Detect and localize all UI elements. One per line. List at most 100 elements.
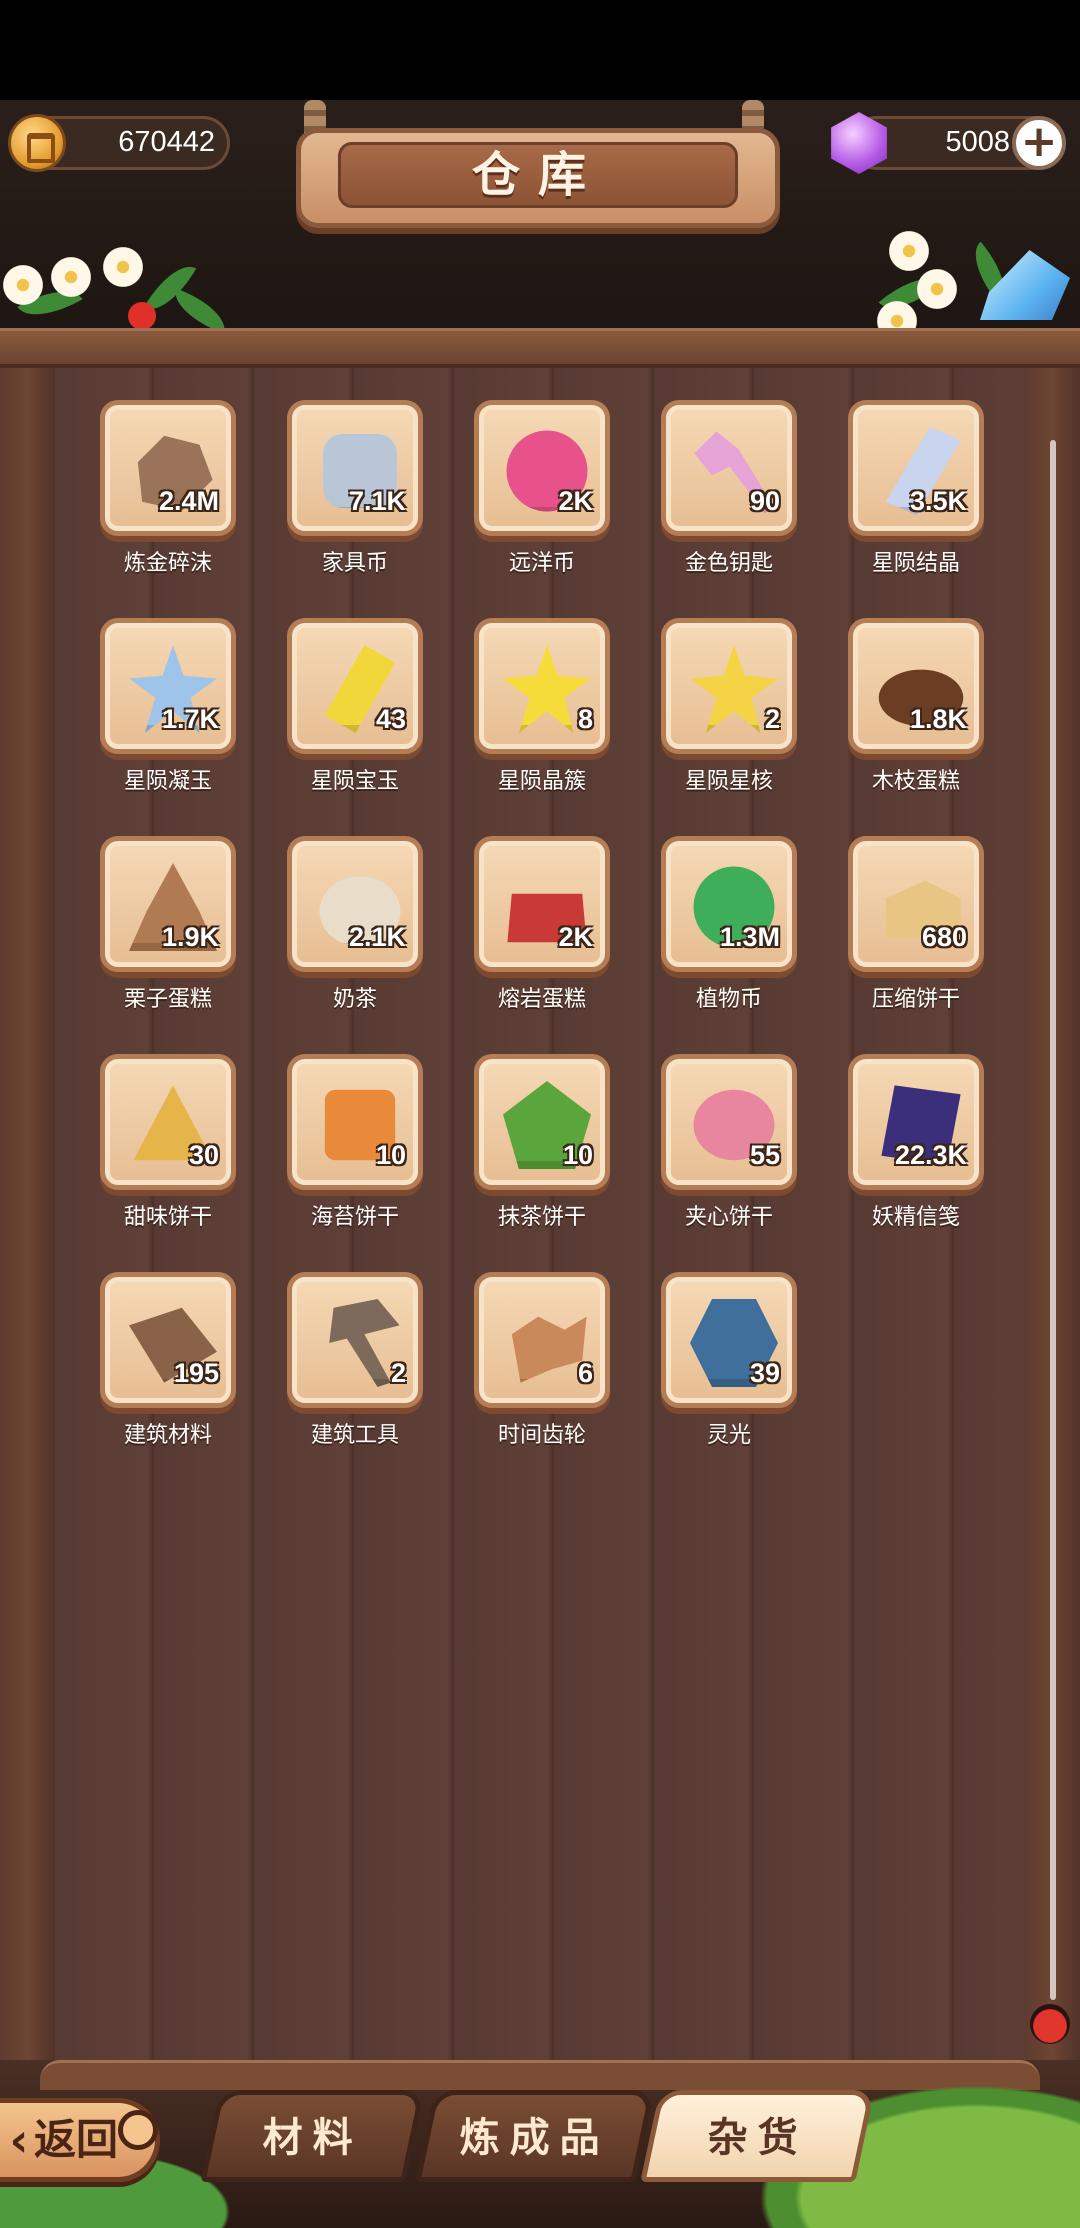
item-count: 55 — [749, 1140, 780, 1170]
item-name: 远洋币 — [508, 551, 575, 576]
item-tile: 2K — [474, 836, 610, 972]
item-name: 建筑材料 — [123, 1423, 212, 1448]
item-name: 建筑工具 — [310, 1423, 399, 1448]
ring-icon — [118, 2110, 158, 2150]
item-tile: 2.1K — [287, 836, 423, 972]
item-name: 甜味饼干 — [123, 1205, 212, 1230]
item-name: 植物币 — [695, 987, 762, 1012]
back-button-label: 返回 — [34, 2115, 119, 2164]
storage-item[interactable]: 2.4M 炼金碎沫 — [100, 400, 240, 580]
item-count: 30 — [188, 1140, 219, 1170]
item-count: 39 — [749, 1358, 780, 1388]
item-name: 妖精信笺 — [871, 1205, 960, 1230]
item-name: 星陨星核 — [684, 769, 773, 794]
item-tile: 22.3K — [848, 1054, 984, 1190]
item-name: 星陨凝玉 — [123, 769, 212, 794]
tab-miscellaneous[interactable]: 杂货 — [640, 2090, 875, 2182]
storage-item[interactable]: 1.9K 栗子蛋糕 — [100, 836, 240, 1016]
item-name: 夹心饼干 — [684, 1205, 773, 1230]
item-name: 熔岩蛋糕 — [497, 987, 586, 1012]
storage-item[interactable]: 10 海苔饼干 — [287, 1054, 427, 1234]
item-count: 6 — [577, 1358, 593, 1388]
storage-item[interactable]: 39 灵光 — [661, 1272, 801, 1452]
item-count: 1.9K — [161, 922, 219, 952]
item-count: 43 — [375, 704, 406, 734]
item-tile: 2.4M — [100, 400, 236, 536]
storage-item[interactable]: 2K 远洋币 — [474, 400, 614, 580]
item-name: 星陨宝玉 — [310, 769, 399, 794]
item-name: 海苔饼干 — [310, 1205, 399, 1230]
item-tile: 1.7K — [100, 618, 236, 754]
item-name: 灵光 — [706, 1423, 751, 1448]
ladybug-icon — [1030, 2004, 1070, 2044]
storage-item[interactable]: 2K 熔岩蛋糕 — [474, 836, 614, 1016]
item-count: 90 — [749, 486, 780, 516]
item-name: 栗子蛋糕 — [123, 987, 212, 1012]
item-tile: 39 — [661, 1272, 797, 1408]
item-count: 10 — [375, 1140, 406, 1170]
item-name: 家具币 — [321, 551, 388, 576]
item-count: 2K — [558, 486, 593, 516]
item-count: 2.1K — [348, 922, 406, 952]
storage-item[interactable]: 2 建筑工具 — [287, 1272, 427, 1452]
item-tile: 2 — [287, 1272, 423, 1408]
item-tile: 10 — [287, 1054, 423, 1190]
item-tile: 43 — [287, 618, 423, 754]
item-count: 2K — [558, 922, 593, 952]
item-count: 3.5K — [909, 486, 967, 516]
storage-item[interactable]: 1.8K 木枝蛋糕 — [848, 618, 988, 798]
storage-item[interactable]: 1.3M 植物币 — [661, 836, 801, 1016]
item-name: 木枝蛋糕 — [871, 769, 960, 794]
item-tile: 55 — [661, 1054, 797, 1190]
storage-item[interactable]: 55 夹心饼干 — [661, 1054, 801, 1234]
item-tile: 1.8K — [848, 618, 984, 754]
item-name: 抹茶饼干 — [497, 1205, 586, 1230]
item-count: 7.1K — [348, 486, 406, 516]
item-name: 炼金碎沫 — [123, 551, 212, 576]
item-count: 1.8K — [909, 704, 967, 734]
item-count: 2 — [390, 1358, 406, 1388]
item-count: 22.3K — [894, 1140, 967, 1170]
item-count: 1.3M — [719, 922, 780, 952]
item-count: 1.7K — [161, 704, 219, 734]
item-name: 星陨结晶 — [871, 551, 960, 576]
tab-crafted-products[interactable]: 炼成品 — [415, 2090, 655, 2182]
storage-item[interactable]: 1.7K 星陨凝玉 — [100, 618, 240, 798]
item-tile: 2K — [474, 400, 610, 536]
storage-item[interactable]: 195 建筑材料 — [100, 1272, 240, 1452]
item-tile: 90 — [661, 400, 797, 536]
item-tile: 680 — [848, 836, 984, 972]
storage-item[interactable]: 680 压缩饼干 — [848, 836, 988, 1016]
storage-item[interactable]: 2.1K 奶茶 — [287, 836, 427, 1016]
item-count: 195 — [173, 1358, 219, 1388]
storage-item[interactable]: 43 星陨宝玉 — [287, 618, 427, 798]
item-name: 金色钥匙 — [684, 551, 773, 576]
item-count: 2 — [764, 704, 780, 734]
item-count: 8 — [577, 704, 593, 734]
storage-item[interactable]: 8 星陨晶簇 — [474, 618, 614, 798]
storage-item[interactable]: 2 星陨星核 — [661, 618, 801, 798]
item-count: 680 — [921, 922, 967, 952]
item-count: 10 — [562, 1140, 593, 1170]
item-name: 星陨晶簇 — [497, 769, 586, 794]
item-tile: 2 — [661, 618, 797, 754]
storage-item[interactable]: 7.1K 家具币 — [287, 400, 427, 580]
tab-crafted-products-label: 炼成品 — [459, 2115, 610, 2161]
tab-materials[interactable]: 材料 — [200, 2090, 425, 2182]
storage-item[interactable]: 90 金色钥匙 — [661, 400, 801, 580]
storage-item[interactable]: 6 时间齿轮 — [474, 1272, 614, 1452]
storage-item[interactable]: 30 甜味饼干 — [100, 1054, 240, 1234]
chevron-left-icon: ‹ — [9, 2113, 29, 2167]
item-name: 压缩饼干 — [871, 987, 960, 1012]
item-tile: 7.1K — [287, 400, 423, 536]
item-tile: 30 — [100, 1054, 236, 1190]
storage-item[interactable]: 10 抹茶饼干 — [474, 1054, 614, 1234]
item-tile: 6 — [474, 1272, 610, 1408]
storage-item[interactable]: 3.5K 星陨结晶 — [848, 400, 988, 580]
tab-materials-label: 材料 — [262, 2115, 363, 2161]
item-count: 2.4M — [158, 486, 219, 516]
tab-miscellaneous-label: 杂货 — [707, 2115, 808, 2161]
storage-item[interactable]: 22.3K 妖精信笺 — [848, 1054, 988, 1234]
item-tile: 1.3M — [661, 836, 797, 972]
item-name: 时间齿轮 — [497, 1423, 586, 1448]
